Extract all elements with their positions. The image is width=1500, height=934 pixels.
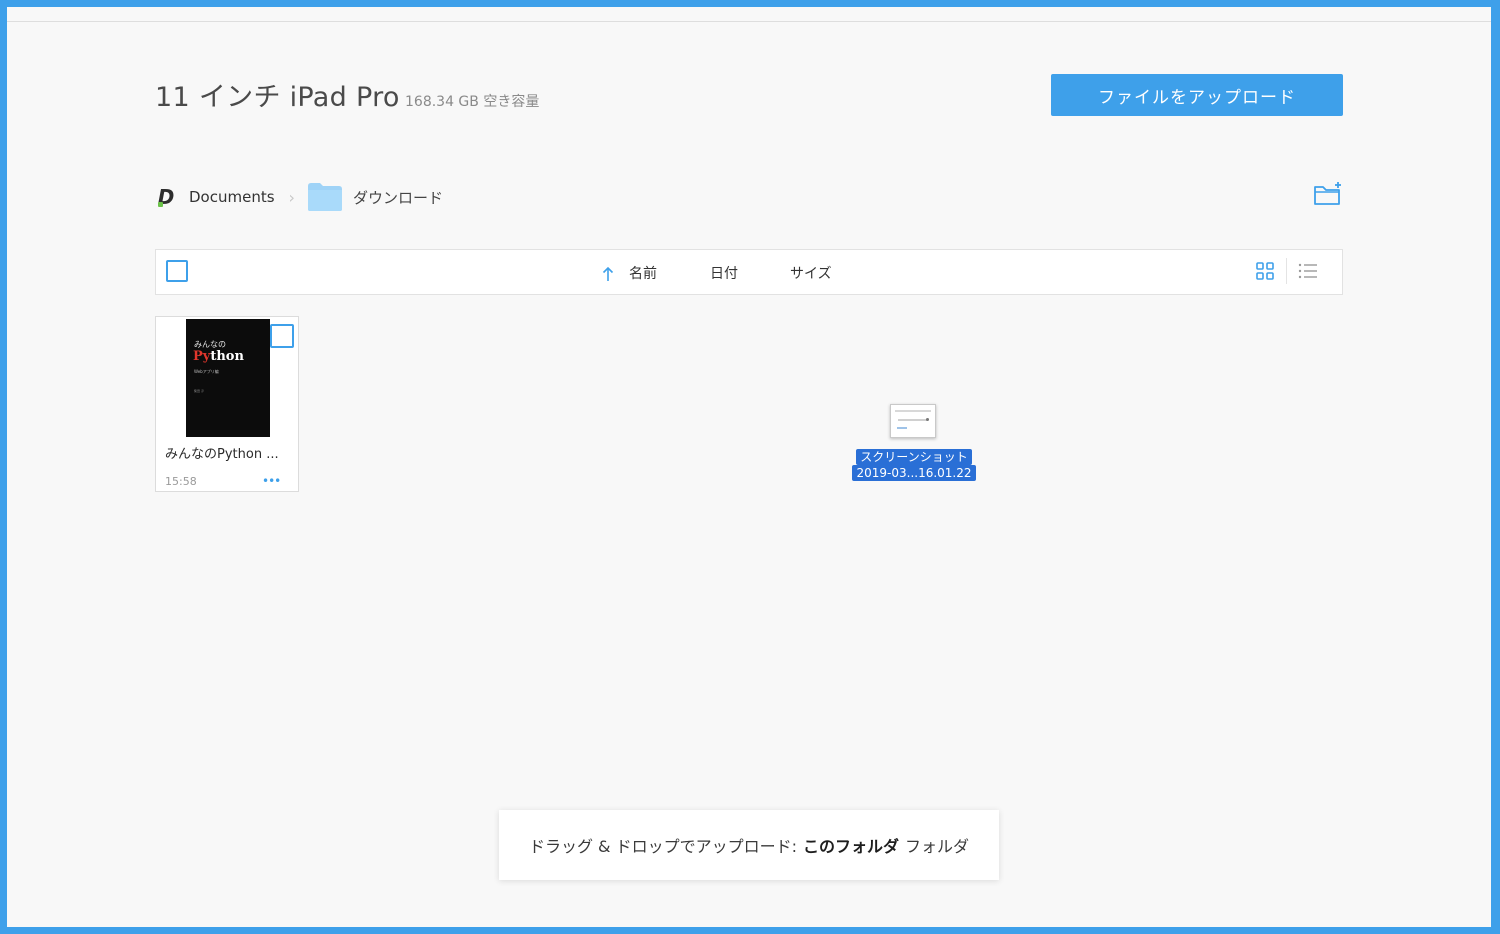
breadcrumb-documents[interactable]: Documents [189,188,275,206]
folder-icon [307,183,342,211]
file-list-header: 名前 日付 サイズ [155,249,1343,295]
dragged-file-name-line1: スクリーンショット [856,449,972,465]
dragged-file-label: スクリーンショット 2019-03...16.01.22 [850,449,978,481]
select-all-checkbox[interactable] [166,260,188,282]
cover-edition: Webアプリ編 [194,369,219,374]
chevron-right-icon: › [288,187,295,207]
file-card[interactable]: みんなの Python Webアプリ編 柴田 淳 みんなのPython ... … [155,316,299,492]
upload-files-button[interactable]: ファイルをアップロード [1051,74,1343,116]
dragged-file-thumbnail [890,404,936,438]
drop-hint-target: このフォルダ [803,837,900,856]
arrow-up-icon[interactable] [602,266,614,282]
book-cover-thumbnail: みんなの Python Webアプリ編 柴田 淳 [186,319,270,437]
cover-title-rest: thon [210,349,244,364]
free-space-label: 168.34 GB 空き容量 [405,94,540,110]
file-time: 15:58 [165,475,197,488]
more-options-icon[interactable]: ••• [262,474,281,488]
drop-hint-prefix: ドラッグ & ドロップでアップロード: [528,837,797,856]
app-window: 11 インチ iPad Pro 168.34 GB 空き容量 ファイルをアップロ… [7,7,1491,927]
cover-title-py: Py [193,349,211,364]
sort-by-date[interactable]: 日付 [710,263,738,283]
cover-author: 柴田 淳 [194,389,204,393]
sort-by-name[interactable]: 名前 [629,263,657,283]
device-title: 11 インチ iPad Pro [155,82,400,113]
dragged-file-name-line2: 2019-03...16.01.22 [852,465,976,481]
dragged-file[interactable]: スクリーンショット 2019-03...16.01.22 [850,403,978,489]
file-name: みんなのPython ... [165,447,279,462]
drop-hint-toast: ドラッグ & ドロップでアップロード: このフォルダ フォルダ [499,810,999,880]
drop-hint-suffix: フォルダ [905,837,970,856]
grid-view-icon[interactable] [1256,262,1274,280]
view-toggle-divider [1286,258,1287,284]
cover-title: Python [193,349,244,364]
breadcrumb: D Documents › ダウンロード [155,179,443,215]
new-folder-icon[interactable] [1313,181,1343,207]
file-select-checkbox[interactable] [270,324,294,348]
top-divider [7,21,1491,22]
breadcrumb-current-folder[interactable]: ダウンロード [353,187,443,208]
documents-app-logo-icon[interactable]: D [155,185,177,209]
sort-by-size[interactable]: サイズ [790,263,832,283]
list-view-icon[interactable] [1298,263,1318,279]
